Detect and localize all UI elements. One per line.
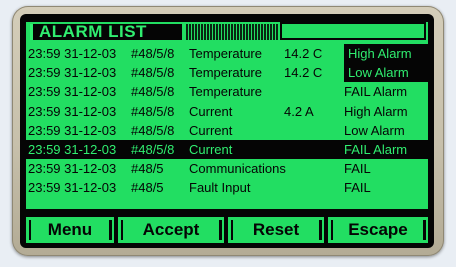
alarm-parameter: Current xyxy=(189,103,233,119)
title-bar: ALARM LIST xyxy=(26,22,428,42)
alarm-value: 14.2 C xyxy=(284,65,323,81)
alarm-row[interactable]: 23:59 31-12-03 #48/5/8 Temperature 14.2 C Hi… xyxy=(26,44,434,63)
alarm-value: 14.2 C xyxy=(284,46,323,61)
alarm-time: 23:59 31-12-03 xyxy=(28,122,117,138)
alarm-time: 23:59 31-12-03 xyxy=(28,161,117,177)
alarm-row[interactable]: 23:59 31-12-03 #48/5/8 Current Low Alarm xyxy=(26,121,428,140)
accept-button[interactable]: Accept xyxy=(118,217,224,243)
alarm-status: FAIL Alarm xyxy=(344,140,428,159)
alarm-status: FAIL xyxy=(344,161,371,177)
alarm-device: #48/5/8 xyxy=(131,46,175,61)
alarm-parameter: Fault Input xyxy=(189,180,251,196)
alarm-parameter: Temperature xyxy=(189,84,262,100)
alarm-value: 4.2 A xyxy=(284,103,314,119)
alarm-device: #48/5/8 xyxy=(131,103,175,119)
alarm-time: 23:59 31-12-03 xyxy=(28,103,117,119)
alarm-device: #48/5/8 xyxy=(131,84,175,100)
alarm-status: High Alarm xyxy=(344,44,434,63)
alarm-device: #48/5/8 xyxy=(131,122,175,138)
alarm-status: Low Alarm xyxy=(344,63,434,83)
softkey-bar: Menu Accept Reset Escape xyxy=(26,217,428,243)
lcd-panel: ALARM LIST 23:59 31-12-03 #48/5/8 Temperat… xyxy=(26,22,434,209)
title-frame xyxy=(280,22,426,40)
escape-button[interactable]: Escape xyxy=(328,217,428,243)
lcd-screen: ALARM LIST 23:59 31-12-03 #48/5/8 Temperat… xyxy=(20,14,434,248)
alarm-device: #48/5/8 xyxy=(131,65,175,81)
alarm-parameter: Current xyxy=(189,142,233,157)
alarm-time: 23:59 31-12-03 xyxy=(28,65,117,81)
alarm-parameter: Temperature xyxy=(189,65,262,81)
alarm-row[interactable]: 23:59 31-12-03 #48/5 Communications FAIL xyxy=(26,159,428,178)
alarm-time: 23:59 31-12-03 xyxy=(28,84,117,100)
alarm-time: 23:59 31-12-03 xyxy=(28,142,117,157)
alarm-row[interactable]: 23:59 31-12-03 #48/5/8 Current FAIL Alarm xyxy=(26,140,428,159)
alarm-parameter: Temperature xyxy=(189,46,262,61)
alarm-device: #48/5/8 xyxy=(131,142,175,157)
alarm-status: FAIL xyxy=(344,180,371,196)
alarm-row[interactable]: 23:59 31-12-03 #48/5/8 Temperature 14.2 C Lo… xyxy=(26,63,434,83)
alarm-status: High Alarm xyxy=(344,103,408,119)
alarm-status: FAIL Alarm xyxy=(344,84,408,100)
reset-button[interactable]: Reset xyxy=(228,217,324,243)
alarm-device: #48/5 xyxy=(131,161,164,177)
page-title: ALARM LIST xyxy=(30,23,182,40)
alarm-row[interactable]: 23:59 31-12-03 #48/5/8 Current 4.2 A High Al… xyxy=(26,102,428,121)
alarm-device: #48/5 xyxy=(131,180,164,196)
alarm-parameter: Current xyxy=(189,122,233,138)
alarm-parameter: Communications xyxy=(189,161,286,177)
alarm-row[interactable]: 23:59 31-12-03 #48/5/8 Temperature FAIL Ala… xyxy=(26,82,428,101)
title-dither-pattern xyxy=(186,24,278,40)
alarm-row[interactable]: 23:59 31-12-03 #48/5 Fault Input FAIL xyxy=(26,178,428,197)
menu-button[interactable]: Menu xyxy=(26,217,114,243)
alarm-time: 23:59 31-12-03 xyxy=(28,180,117,196)
alarm-time: 23:59 31-12-03 xyxy=(28,46,117,61)
alarm-status: Low Alarm xyxy=(344,122,405,138)
